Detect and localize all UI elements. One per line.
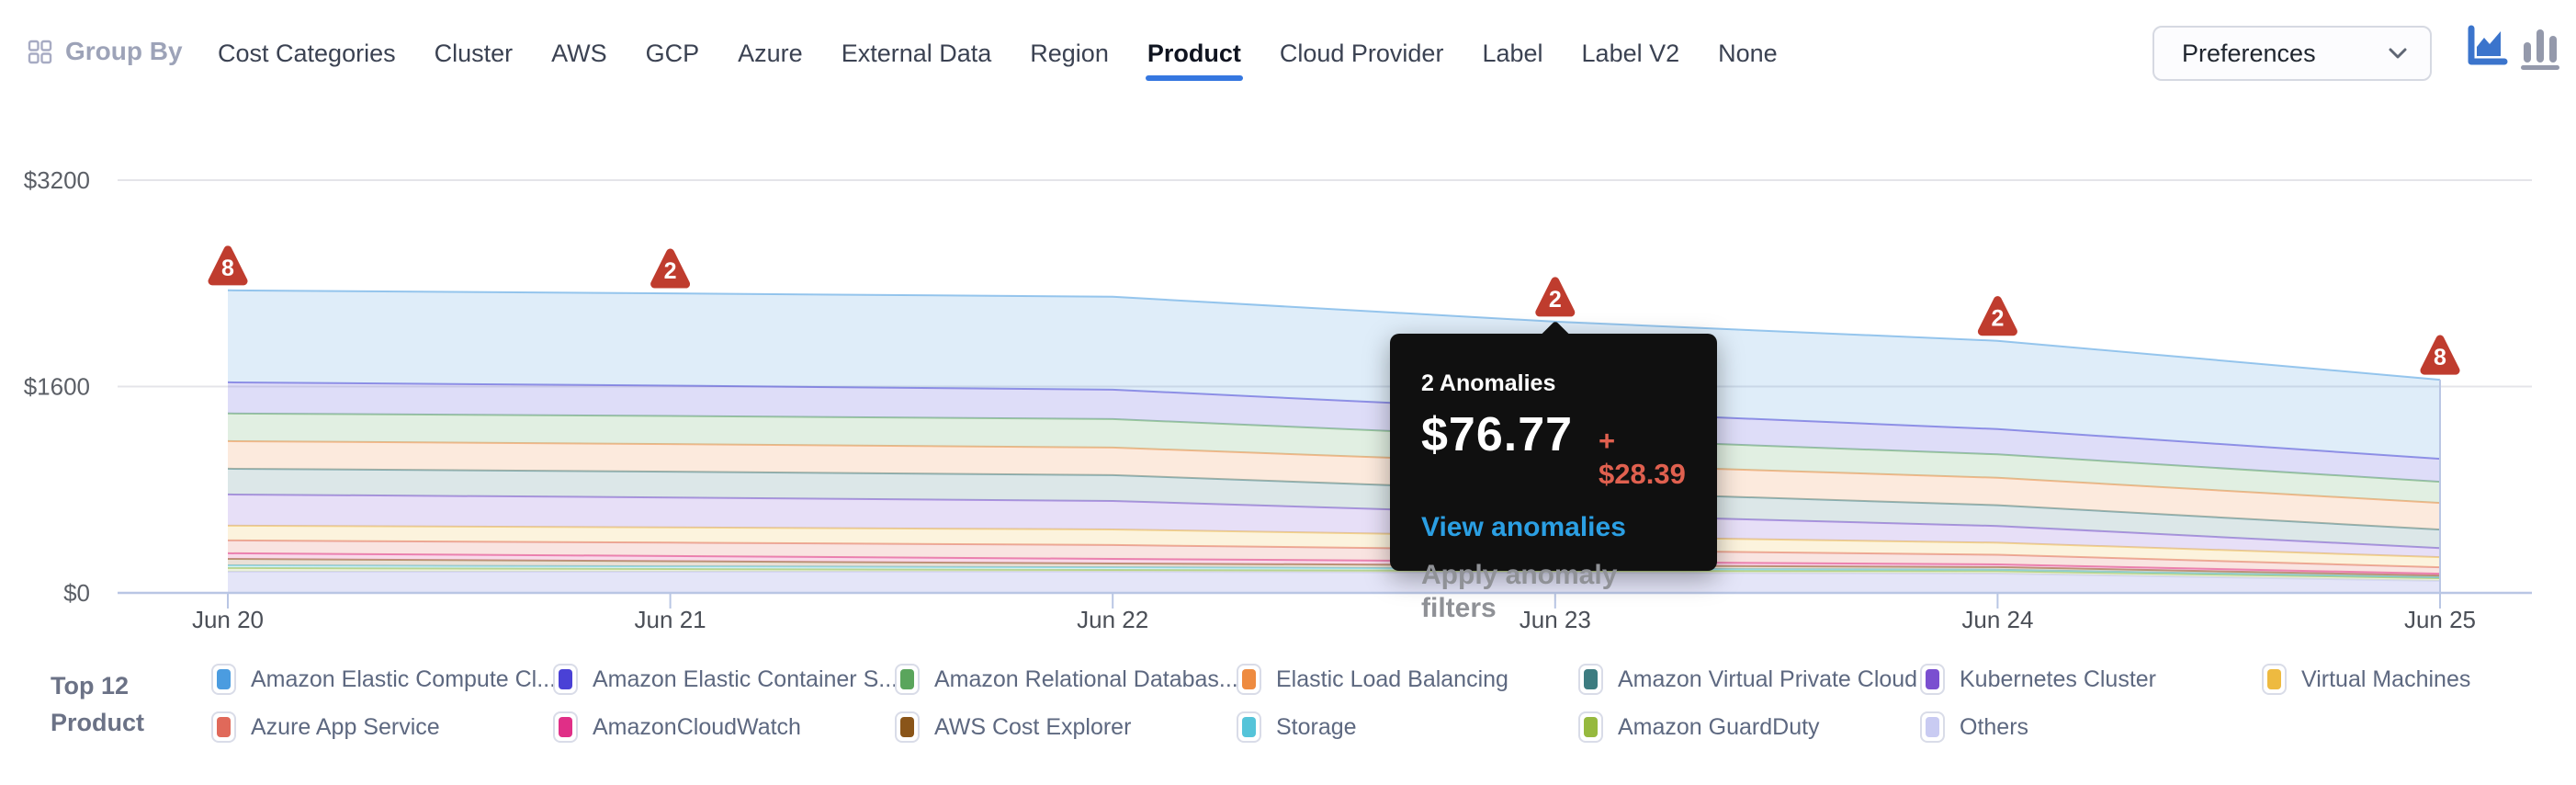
anomaly-marker-jun-20[interactable]: 8 <box>212 250 243 281</box>
legend-color-chip <box>553 664 578 695</box>
anomaly-count: 2 <box>1991 306 2004 332</box>
legend-item-label: Amazon Elastic Compute Cl... <box>251 666 556 693</box>
legend-color-chip <box>211 664 236 695</box>
legend-color-chip <box>211 711 236 743</box>
legend-item-label: Elastic Load Balancing <box>1276 666 1508 693</box>
legend-item-label: Others <box>1960 714 2028 741</box>
x-axis-label: Jun 21 <box>635 606 706 633</box>
anomaly-marker-jun-21[interactable]: 2 <box>655 253 686 284</box>
legend-item-amazon-elastic-compute-cl[interactable]: Amazon Elastic Compute Cl... <box>211 664 553 695</box>
legend-item-virtual-machines[interactable]: Virtual Machines <box>2262 664 2576 695</box>
legend-color-chip <box>895 711 920 743</box>
x-axis-label: Jun 22 <box>1077 606 1148 633</box>
legend-item-label: Storage <box>1276 714 1357 741</box>
legend-color-chip <box>1237 664 1261 695</box>
legend-item-label: Kubernetes Cluster <box>1960 666 2156 693</box>
tooltip-anomaly-count: 2 Anomalies <box>1421 369 1691 398</box>
y-axis-label: $3200 <box>24 166 90 194</box>
legend-item-aws-cost-explorer[interactable]: AWS Cost Explorer <box>895 711 1237 743</box>
tooltip-cost-value: $76.77 <box>1421 407 1573 462</box>
legend-item-label: Amazon Elastic Container S... <box>593 666 898 693</box>
y-axis-label: $0 <box>63 579 90 607</box>
legend-color-chip <box>1237 711 1261 743</box>
tooltip-cost-delta: + $28.39 <box>1599 425 1691 491</box>
legend-item-amazon-virtual-private-cloud[interactable]: Amazon Virtual Private Cloud <box>1578 664 1920 695</box>
legend-item-azure-app-service[interactable]: Azure App Service <box>211 711 553 743</box>
anomaly-tooltip: 2 Anomalies $76.77 + $28.39 View anomali… <box>1390 334 1717 571</box>
legend-item-amazoncloudwatch[interactable]: AmazonCloudWatch <box>553 711 895 743</box>
chart-area: $0$1600$3200Jun 20Jun 21Jun 22Jun 23Jun … <box>0 101 2576 653</box>
legend-item-elastic-load-balancing[interactable]: Elastic Load Balancing <box>1237 664 1578 695</box>
legend-item-kubernetes-cluster[interactable]: Kubernetes Cluster <box>1920 664 2262 695</box>
legend-item-label: Amazon Virtual Private Cloud <box>1618 666 1917 693</box>
legend-title: Top 12 Product <box>51 667 165 741</box>
legend-color-chip <box>1920 664 1945 695</box>
anomaly-marker-jun-24[interactable]: 2 <box>1982 301 2013 332</box>
anomaly-count: 2 <box>1549 287 1562 313</box>
x-axis-label: Jun 20 <box>192 606 264 633</box>
legend-item-storage[interactable]: Storage <box>1237 711 1578 743</box>
legend-color-chip <box>895 664 920 695</box>
legend-item-amazon-relational-databas[interactable]: Amazon Relational Databas... <box>895 664 1237 695</box>
legend-item-others[interactable]: Others <box>1920 711 2262 743</box>
legend-item-amazon-guardduty[interactable]: Amazon GuardDuty <box>1578 711 1920 743</box>
apply-anomaly-filters-link[interactable]: Apply anomaly filters <box>1421 559 1691 625</box>
cost-analytics-page: Group By Cost CategoriesClusterAWSGCPAzu… <box>0 0 2576 785</box>
legend-item-label: AWS Cost Explorer <box>934 714 1131 741</box>
y-axis-label: $1600 <box>24 373 90 401</box>
legend-item-label: Amazon GuardDuty <box>1618 714 1820 741</box>
anomaly-count: 2 <box>664 258 677 284</box>
x-axis-label: Jun 25 <box>2404 606 2476 633</box>
legend-item-amazon-elastic-container-s[interactable]: Amazon Elastic Container S... <box>553 664 895 695</box>
anomaly-marker-jun-25[interactable]: 8 <box>2424 339 2456 370</box>
legend-item-label: Virtual Machines <box>2301 666 2470 693</box>
legend-color-chip <box>1578 711 1603 743</box>
chart-legend: Amazon Elastic Compute Cl... Amazon Elast… <box>211 664 2576 743</box>
legend-color-chip <box>1920 711 1945 743</box>
legend-item-label: AmazonCloudWatch <box>593 714 801 741</box>
x-axis-label: Jun 24 <box>1961 606 2033 633</box>
legend-item-label: Amazon Relational Databas... <box>934 666 1238 693</box>
anomaly-marker-jun-23[interactable]: 2 <box>1540 281 1571 313</box>
anomaly-count: 8 <box>221 256 234 281</box>
legend-color-chip <box>1578 664 1603 695</box>
legend-color-chip <box>553 711 578 743</box>
view-anomalies-link[interactable]: View anomalies <box>1421 511 1691 544</box>
legend-item-label: Azure App Service <box>251 714 440 741</box>
anomaly-count: 8 <box>2434 345 2446 370</box>
legend-color-chip <box>2262 664 2287 695</box>
